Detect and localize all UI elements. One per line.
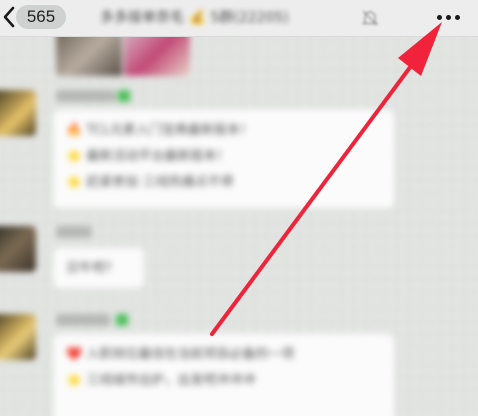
chat-title: 多多接单奈毛 💰 5群(22205) — [100, 10, 289, 26]
message-bubble[interactable]: 🔥 TCL元素入门宝典最新版本！ ⭐ 最新活动平台最新版本！ ⭐ 赶紧参加 三线… — [54, 110, 394, 208]
member-tag — [116, 314, 128, 326]
image-message[interactable] — [56, 36, 190, 76]
bell-off-icon — [360, 8, 380, 28]
message-line: ⭐ 三线城市出炉，出发吧冲冲冲 — [66, 373, 256, 388]
chat-header: 565 多多接单奈毛 💰 5群(22205) — [0, 0, 478, 37]
message-bubble[interactable]: ❤️ 入职岗位最佳在当前项目必备的一项 ⭐ 三线城市出炉，出发吧冲冲冲 — [54, 334, 394, 416]
message-line: ⭐ 最新活动平台最新版本！ — [66, 149, 230, 164]
message-line: ❤️ 入职岗位最佳在当前项目必备的一项 — [66, 347, 295, 362]
avatar[interactable] — [0, 90, 36, 136]
message-line: ⭐ 赶紧参加 三线热爆点不停 — [66, 175, 234, 190]
message-line: 🔥 TCL元素入门宝典最新版本！ — [66, 123, 253, 138]
chevron-left-icon — [2, 3, 16, 31]
back-button[interactable]: 565 — [2, 3, 66, 31]
member-tag — [118, 90, 130, 102]
message-list[interactable]: 🔥 TCL元素入门宝典最新版本！ ⭐ 最新活动平台最新版本！ ⭐ 赶紧参加 三线… — [0, 36, 478, 416]
avatar[interactable] — [0, 314, 36, 360]
sender-name — [56, 90, 116, 102]
message-bubble[interactable]: 日牛吧? — [54, 248, 144, 288]
avatar[interactable] — [0, 226, 36, 272]
more-dots-icon — [436, 14, 442, 20]
more-options-button[interactable] — [428, 4, 468, 30]
sender-name — [56, 226, 92, 238]
sender-name — [56, 314, 110, 326]
unread-count-badge: 565 — [16, 5, 66, 29]
message-text: 日牛吧? — [66, 261, 112, 276]
